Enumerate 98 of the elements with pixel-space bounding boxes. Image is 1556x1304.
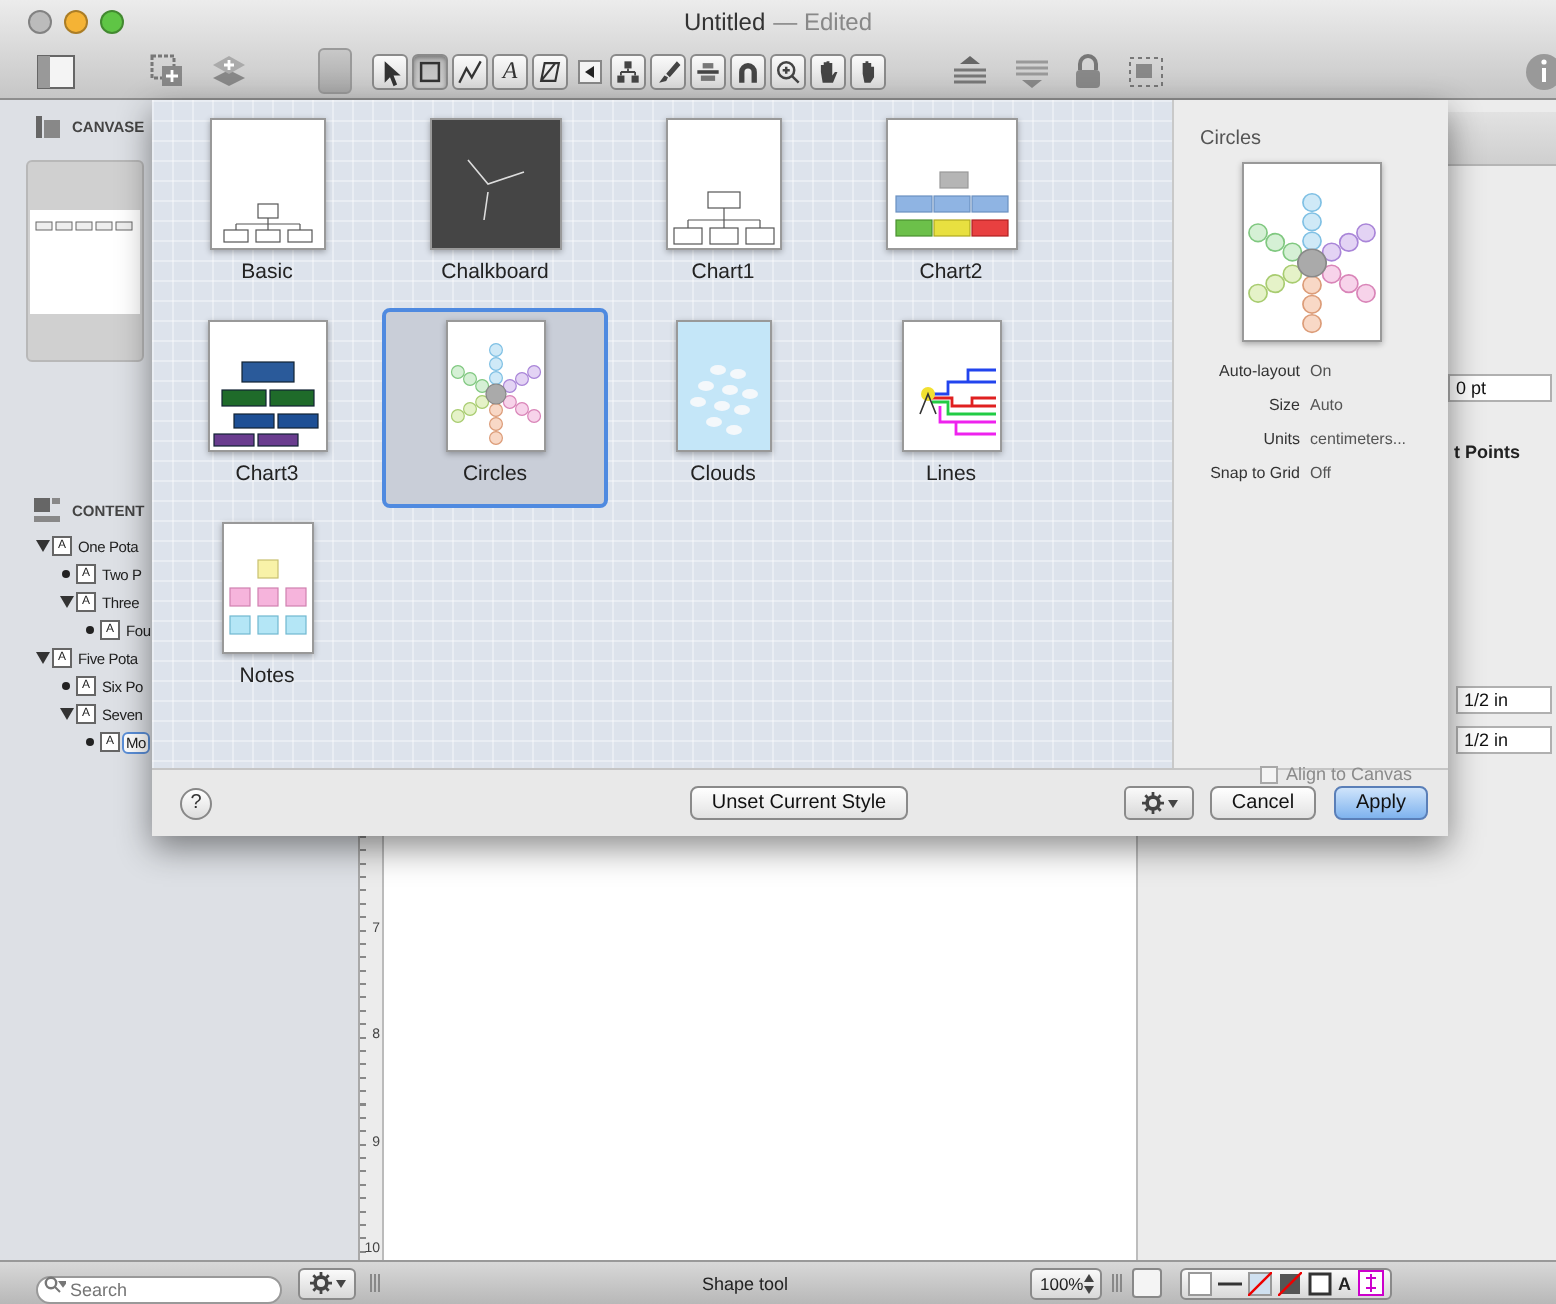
- edited-status: — Edited: [773, 8, 873, 36]
- info-icon[interactable]: [1524, 51, 1556, 91]
- template-name: Clouds: [690, 462, 756, 486]
- unset-style-button[interactable]: Unset Current Style: [690, 786, 908, 820]
- template-thumbnail: [445, 320, 545, 452]
- disclosure-triangle-icon[interactable]: [59, 708, 73, 720]
- template-thumbnail: [675, 320, 771, 452]
- template-item[interactable]: Circles: [382, 308, 608, 508]
- property-label: Size: [1266, 394, 1300, 418]
- bring-forward-icon[interactable]: [952, 53, 988, 89]
- canvases-icon: [36, 115, 60, 137]
- bullet-icon: [62, 570, 70, 578]
- line-tool-button[interactable]: [452, 53, 488, 89]
- template-item[interactable]: Lines: [838, 308, 1064, 508]
- template-item[interactable]: Notes: [154, 510, 380, 710]
- close-button[interactable]: [28, 10, 52, 34]
- template-thumbnail: [901, 320, 1001, 452]
- align-icon[interactable]: [690, 53, 726, 89]
- hand-icon[interactable]: [810, 53, 846, 89]
- stroke-width-field[interactable]: 0 pt: [1448, 374, 1552, 402]
- no-shadow-icon[interactable]: [1278, 1271, 1302, 1295]
- magnet-icon[interactable]: [730, 53, 766, 89]
- template-item[interactable]: Chart3: [154, 308, 380, 508]
- template-thumbnail: [207, 320, 327, 452]
- lock-icon[interactable]: [1072, 53, 1104, 89]
- template-item[interactable]: Chalkboard: [382, 106, 608, 306]
- text-style-button[interactable]: A: [1338, 1273, 1351, 1293]
- template-thumbnail: [209, 118, 325, 250]
- cancel-button[interactable]: Cancel: [1210, 786, 1316, 820]
- canvas-add-icon[interactable]: [150, 54, 184, 88]
- template-name: Chart1: [691, 260, 755, 284]
- margin-field[interactable]: 1/2 in: [1456, 726, 1552, 754]
- zoom-icon[interactable]: [770, 53, 806, 89]
- shape-tool-button[interactable]: [412, 53, 448, 89]
- no-fill-icon[interactable]: [1248, 1271, 1272, 1295]
- search-icon: [44, 1275, 66, 1293]
- align-label: Align to Canvas: [1286, 764, 1413, 784]
- bullet-icon: [86, 738, 94, 746]
- template-name: Chalkboard: [441, 260, 549, 284]
- template-name: Lines: [925, 462, 977, 486]
- disclosure-triangle-icon[interactable]: [59, 596, 73, 608]
- template-name: Chart3: [235, 462, 299, 486]
- square-shape-icon[interactable]: [1308, 1271, 1332, 1295]
- window-title: Untitled: [683, 8, 766, 36]
- template-thumbnail: [221, 522, 313, 654]
- color-well-button[interactable]: [318, 48, 352, 94]
- action-menu-button[interactable]: [298, 1267, 356, 1299]
- zoom-button[interactable]: [100, 10, 124, 34]
- template-name: Chart2: [919, 260, 983, 284]
- layer-add-icon[interactable]: [210, 54, 248, 88]
- template-name: Circles: [462, 462, 528, 486]
- property-label: Units: [1261, 428, 1300, 452]
- template-item[interactable]: Clouds: [610, 308, 836, 508]
- margin-field[interactable]: 1/2 in: [1456, 686, 1552, 714]
- help-button[interactable]: ?: [180, 787, 212, 819]
- caret-icon: [335, 1279, 345, 1287]
- property-value: Auto: [1310, 394, 1345, 418]
- brush-icon[interactable]: [650, 53, 686, 89]
- pointer-tool-button[interactable]: [372, 53, 408, 89]
- property-label: Snap to Grid: [1208, 462, 1300, 486]
- canvas-thumbnail[interactable]: [26, 160, 144, 362]
- property-label: Auto-layout: [1217, 360, 1300, 384]
- gear-menu-button[interactable]: [1124, 786, 1194, 820]
- template-thumbnail: [429, 118, 561, 250]
- stepper-arrows-icon[interactable]: [1084, 1273, 1094, 1293]
- gear-icon: [309, 1272, 331, 1294]
- hand-icon[interactable]: [850, 53, 886, 89]
- points-label: t Points: [1454, 442, 1522, 462]
- template-name: Notes: [239, 664, 295, 688]
- sidebar-toggle-icon[interactable]: [36, 53, 76, 89]
- property-value: Off: [1310, 462, 1334, 486]
- fill-swatch-icon[interactable]: [1188, 1271, 1212, 1295]
- minimize-button[interactable]: [64, 10, 88, 34]
- diagram-tool-icon[interactable]: [610, 53, 646, 89]
- group-icon[interactable]: [1126, 53, 1166, 89]
- template-thumbnail: [885, 118, 1017, 250]
- caret-icon: [1167, 799, 1177, 807]
- gear-icon: [1141, 792, 1163, 814]
- preview-title: Circles: [1200, 128, 1264, 150]
- text-position-icon[interactable]: [1357, 1270, 1383, 1296]
- disclosure-triangle-icon[interactable]: [35, 652, 49, 664]
- style-well[interactable]: [1132, 1268, 1162, 1298]
- apply-button[interactable]: Apply: [1334, 786, 1428, 820]
- template-thumbnail: [665, 118, 781, 250]
- bullet-icon: [62, 682, 70, 690]
- template-item[interactable]: Basic: [154, 106, 380, 306]
- text-tool-button[interactable]: A: [492, 53, 528, 89]
- template-item[interactable]: Chart2: [838, 106, 1064, 306]
- bullet-icon: [86, 626, 94, 634]
- zoom-stepper[interactable]: 100%: [1030, 1267, 1102, 1299]
- contents-icon: [34, 498, 60, 522]
- disclosure-triangle-icon[interactable]: [35, 540, 49, 552]
- template-name: Basic: [241, 260, 293, 284]
- property-value: On: [1310, 360, 1334, 384]
- template-item[interactable]: Chart1: [610, 106, 836, 306]
- search-field[interactable]: Search: [36, 1275, 282, 1303]
- current-tool-label: Shape tool: [699, 1273, 791, 1293]
- property-value: centimeters...: [1310, 428, 1409, 452]
